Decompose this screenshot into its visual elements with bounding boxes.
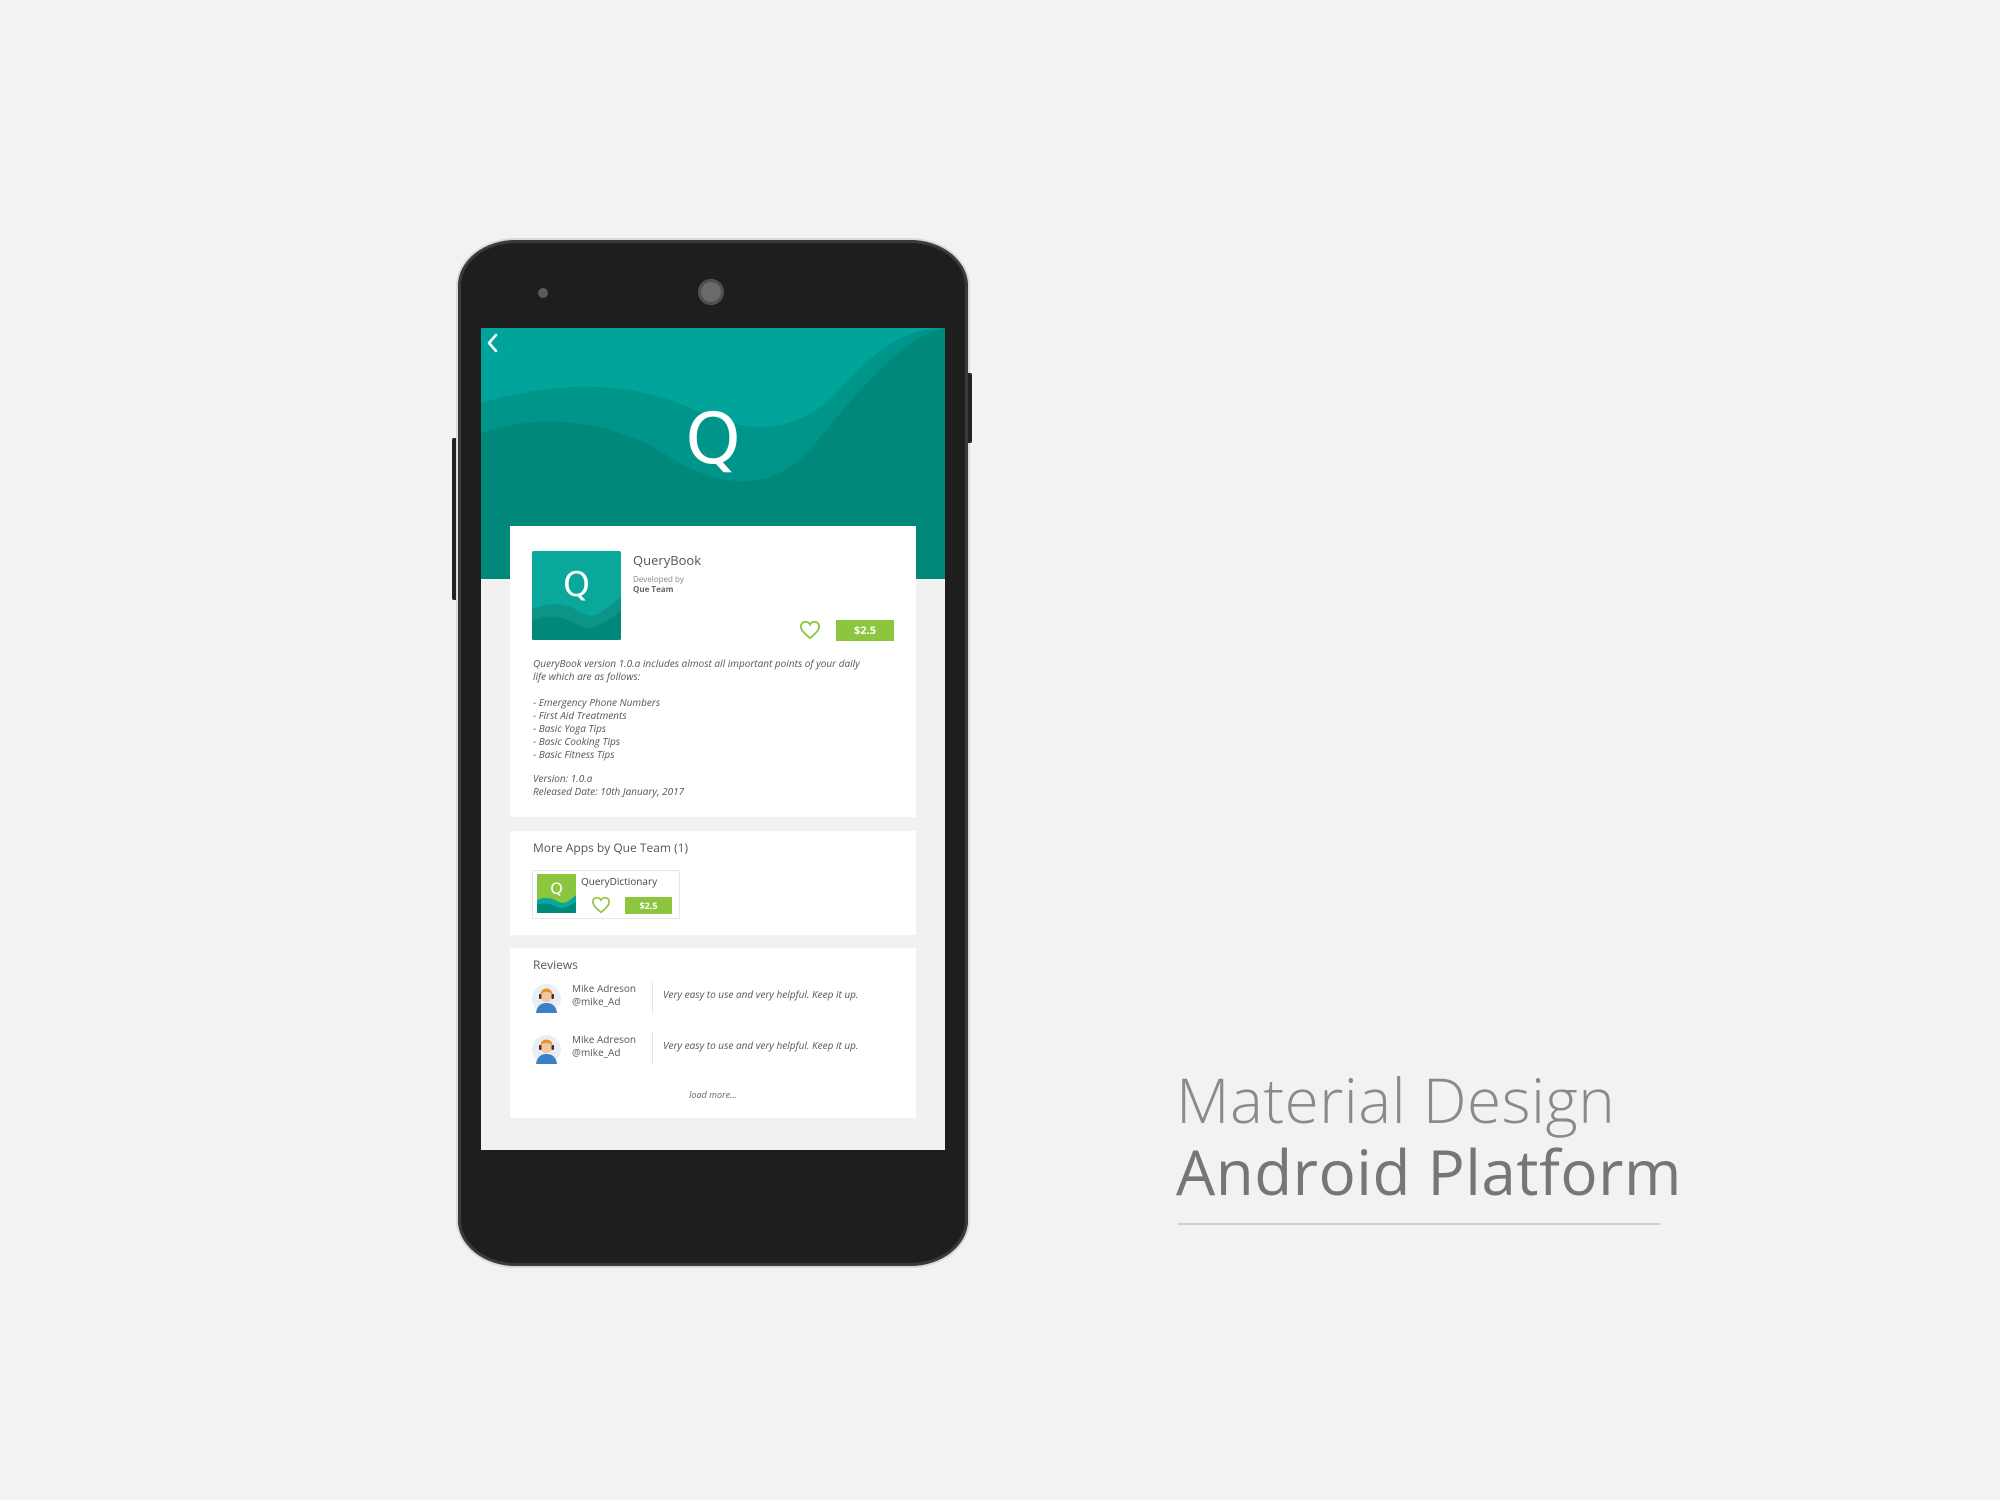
app-icon-letter: Q xyxy=(563,565,590,605)
reviewer-handle[interactable]: @mike_Ad xyxy=(572,1046,620,1059)
phone-screen: Q Q QueryBook Developed by Que Team $2.5… xyxy=(481,328,945,1150)
promo-title-line2: Android Platform xyxy=(1176,1130,1682,1214)
review-item: Mike Adreson @mike_Ad Very easy to use a… xyxy=(532,1033,912,1067)
reviews-title: Reviews xyxy=(533,956,578,973)
front-camera xyxy=(698,279,724,305)
related-app-tile[interactable]: Q QueryDictionary $2.5 xyxy=(532,870,680,919)
review-divider xyxy=(652,1033,653,1065)
review-divider xyxy=(652,982,653,1014)
release-date-text: Released Date: 10th January, 2017 xyxy=(533,784,685,798)
user-avatar-icon[interactable] xyxy=(532,984,561,1013)
related-app-heart-icon[interactable] xyxy=(591,896,611,914)
related-app-icon: Q xyxy=(537,874,576,913)
reviewer-handle[interactable]: @mike_Ad xyxy=(572,995,620,1008)
phone-device: Q Q QueryBook Developed by Que Team $2.5… xyxy=(452,240,972,1266)
related-app-price-button[interactable]: $2.5 xyxy=(625,897,672,914)
description-intro-line: life which are as follows: xyxy=(533,669,641,683)
favorite-heart-icon[interactable] xyxy=(799,620,821,640)
hero-logo-letter: Q xyxy=(685,398,741,480)
app-title: QueryBook xyxy=(633,551,702,569)
app-details-card: Q QueryBook Developed by Que Team $2.5 Q… xyxy=(510,526,916,817)
app-icon: Q xyxy=(532,551,621,640)
reviews-card: Reviews Mike Adreson @mike_Ad Very easy … xyxy=(510,948,916,1118)
app-description: QueryBook version 1.0.a includes almost … xyxy=(533,657,903,798)
more-apps-card: More Apps by Que Team (1) Q QueryDiction… xyxy=(510,831,916,935)
review-text: Very easy to use and very helpful. Keep … xyxy=(663,987,859,1001)
volume-button xyxy=(452,438,456,600)
related-app-name: QueryDictionary xyxy=(581,874,658,888)
related-app-icon-letter: Q xyxy=(550,879,563,898)
review-item: Mike Adreson @mike_Ad Very easy to use a… xyxy=(532,982,912,1016)
more-apps-title: More Apps by Que Team (1) xyxy=(533,839,689,856)
feature-item: - Basic Fitness Tips xyxy=(533,747,615,761)
load-more-link[interactable]: load more... xyxy=(510,1088,916,1101)
power-button xyxy=(968,373,972,443)
promo-divider xyxy=(1178,1223,1660,1225)
buy-price-button[interactable]: $2.5 xyxy=(836,620,894,641)
back-chevron-icon[interactable] xyxy=(481,328,505,358)
review-text: Very easy to use and very helpful. Keep … xyxy=(663,1038,859,1052)
user-avatar-icon[interactable] xyxy=(532,1035,561,1064)
sensor-dot xyxy=(538,288,548,298)
developer-name[interactable]: Que Team xyxy=(633,584,673,595)
